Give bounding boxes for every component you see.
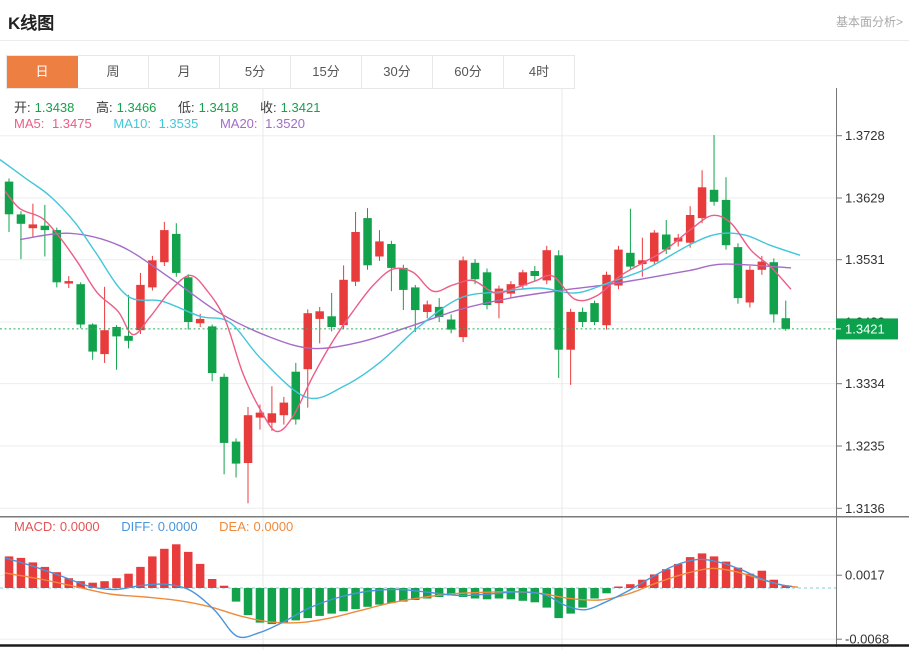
- high-label: 高:: [96, 100, 113, 115]
- svg-text:1.3629: 1.3629: [845, 191, 885, 206]
- dea-value: 0.0000: [254, 519, 294, 534]
- fundamental-analysis-link[interactable]: 基本面分析>: [836, 13, 903, 30]
- current-price-tag: 1.3421: [836, 318, 898, 339]
- macd-readout: MACD: 0.0000 DIFF: 0.0000 DEA: 0.0000: [14, 519, 311, 534]
- macd-y-axis: 0.0017-0.0068: [836, 516, 889, 647]
- svg-text:1.3421: 1.3421: [845, 321, 885, 336]
- tab-5分[interactable]: 5分: [220, 56, 291, 88]
- ma5-label: MA5:: [14, 116, 44, 131]
- tab-30分[interactable]: 30分: [362, 56, 433, 88]
- dea-label: DEA:: [219, 519, 249, 534]
- tab-4时[interactable]: 4时: [504, 56, 575, 88]
- svg-text:0.0017: 0.0017: [845, 568, 885, 583]
- open-label: 开:: [14, 100, 31, 115]
- tab-15分[interactable]: 15分: [291, 56, 362, 88]
- ma20-value: 1.3520: [265, 116, 305, 131]
- diff-value: 0.0000: [158, 519, 198, 534]
- ma-readout: MA5: 1.3475 MA10: 1.3535 MA20: 1.3520: [14, 116, 323, 131]
- ma20-line: [20, 233, 791, 348]
- main-y-axis: 1.37281.36291.35311.34321.33341.32351.31…: [836, 88, 885, 516]
- close-value: 1.3421: [281, 100, 321, 115]
- low-value: 1.3418: [199, 100, 239, 115]
- header-divider: [0, 40, 909, 41]
- svg-text:1.3334: 1.3334: [845, 376, 885, 391]
- low-label: 低:: [178, 100, 195, 115]
- high-value: 1.3466: [117, 100, 157, 115]
- ma5-line: [5, 191, 791, 431]
- ma10-value: 1.3535: [159, 116, 199, 131]
- interval-tab-bar: 日周月5分15分30分60分4时: [6, 55, 575, 89]
- ma5-value: 1.3475: [52, 116, 92, 131]
- open-value: 1.3438: [35, 100, 75, 115]
- tab-60分[interactable]: 60分: [433, 56, 504, 88]
- tab-日[interactable]: 日: [7, 56, 78, 88]
- svg-text:1.3531: 1.3531: [845, 252, 885, 267]
- svg-text:1.3728: 1.3728: [845, 128, 885, 143]
- macd-value: 0.0000: [60, 519, 100, 534]
- macd-bars: [5, 544, 790, 624]
- page-title: K线图: [8, 9, 54, 34]
- svg-text:1.3136: 1.3136: [845, 501, 885, 516]
- tab-月[interactable]: 月: [149, 56, 220, 88]
- main-candlestick-chart[interactable]: 1.37281.36291.35311.34321.33341.32351.31…: [0, 88, 909, 516]
- macd-chart[interactable]: 0.0017-0.0068: [0, 516, 909, 650]
- macd-label: MACD:: [14, 519, 56, 534]
- close-label: 收:: [260, 100, 277, 115]
- tab-周[interactable]: 周: [78, 56, 149, 88]
- diff-label: DIFF:: [121, 519, 154, 534]
- svg-text:1.3235: 1.3235: [845, 438, 885, 453]
- ma10-label: MA10:: [113, 116, 151, 131]
- ohlc-readout: 开: 1.3438 高: 1.3466 低: 1.3418 收: 1.3421: [14, 97, 338, 116]
- ma20-label: MA20:: [220, 116, 258, 131]
